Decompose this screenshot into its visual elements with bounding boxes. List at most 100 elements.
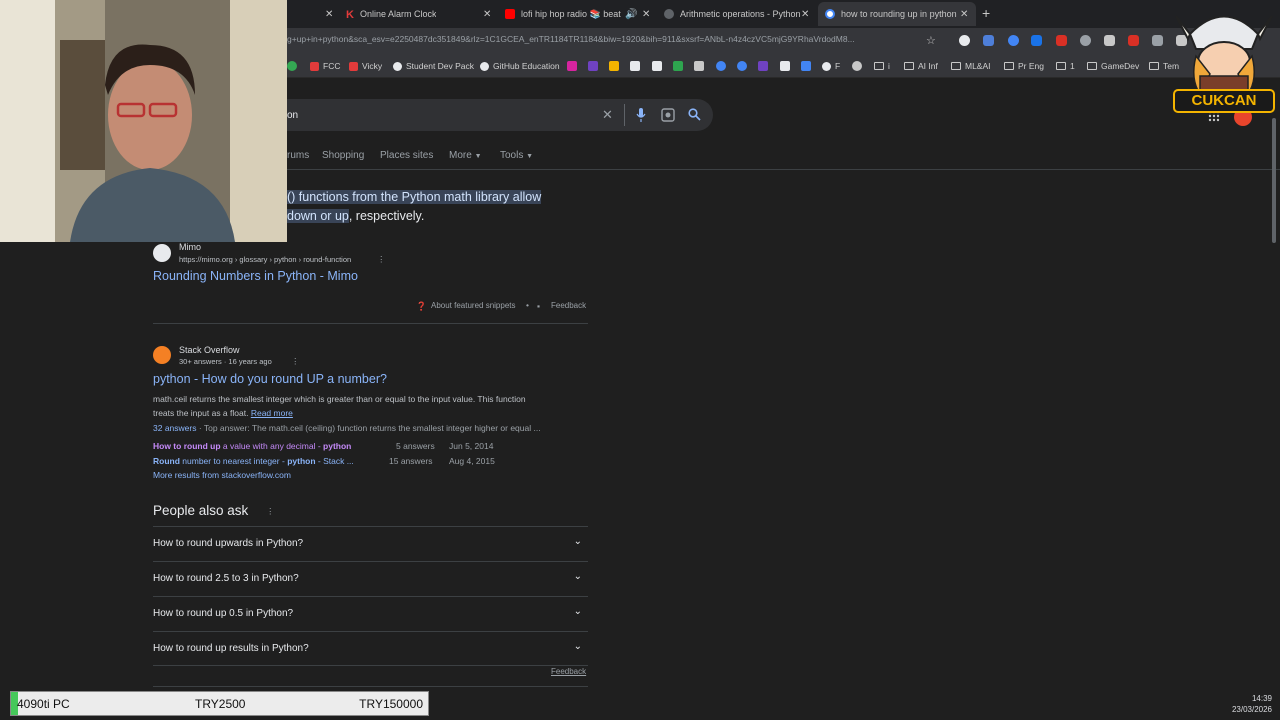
feedback-link[interactable]: Feedback	[551, 667, 586, 676]
scrollbar[interactable]	[1272, 118, 1276, 243]
snippet-text: , respectively.	[348, 209, 425, 223]
bookmark-f[interactable]: F	[822, 61, 840, 71]
more-results-link[interactable]: More results from stackoverflow.com	[153, 470, 291, 480]
extension-icon[interactable]	[1008, 35, 1019, 46]
bookmark-star-icon[interactable]: ☆	[926, 34, 936, 47]
extension-icon[interactable]	[1080, 35, 1091, 46]
bookmark-icon[interactable]	[852, 61, 862, 71]
close-icon[interactable]: ✕	[483, 9, 491, 20]
source-url[interactable]: https://mimo.org › glossary › python › r…	[179, 255, 351, 264]
bookmark-icon[interactable]	[716, 61, 726, 71]
tab-label: Online Alarm Clock	[359, 9, 437, 19]
featured-snippet-line-1: () functions from the Python math librar…	[287, 190, 542, 204]
about-featured-snippets-link[interactable]: About featured snippets	[431, 301, 516, 310]
feedback-link[interactable]: Feedback	[551, 301, 586, 310]
tab-tools[interactable]: Tools ▼	[500, 150, 533, 161]
bookmark-folder[interactable]: i	[874, 61, 890, 71]
bookmark-icon[interactable]	[780, 61, 790, 71]
fcc-icon	[310, 61, 319, 71]
bookmark-fcc[interactable]: FCC	[310, 61, 340, 71]
bookmark-student-dev-pack[interactable]: Student Dev Pack	[393, 61, 474, 71]
stackoverflow-icon	[153, 346, 171, 364]
dot-separator: •	[526, 300, 529, 310]
bookmark-label: FCC	[323, 61, 341, 71]
extension-icon[interactable]	[1128, 35, 1139, 46]
extension-icon[interactable]	[1152, 35, 1163, 46]
read-more-link[interactable]: Read more	[251, 408, 293, 418]
address-bar[interactable]: g+up+in+python&sca_esv=e2250487dc351849&…	[287, 34, 917, 44]
tab-alarm-clock[interactable]: K Online Alarm Clock ✕	[346, 2, 496, 26]
bookmark-folder[interactable]: GameDev	[1087, 61, 1139, 71]
sub-answers-count: 5 answers	[396, 441, 435, 451]
extension-icon[interactable]	[1056, 35, 1067, 46]
translate-icon[interactable]	[1031, 35, 1042, 46]
tab-label: Arithmetic operations - Python	[680, 9, 801, 19]
bookmark-folder[interactable]: AI Inf	[904, 61, 938, 71]
sub-result-link[interactable]: How to round up a value with any decimal…	[153, 441, 351, 451]
bookmark-icon[interactable]	[609, 61, 619, 71]
close-icon[interactable]: ✕	[960, 9, 968, 20]
divider	[287, 169, 1280, 170]
extension-icon[interactable]	[959, 35, 970, 46]
sub-link-bold: python	[287, 456, 316, 466]
more-vert-icon[interactable]: ⋮	[377, 254, 386, 265]
bookmark-icon[interactable]	[694, 61, 704, 71]
bookmark-icon[interactable]	[758, 61, 768, 71]
folder-icon	[1149, 62, 1159, 70]
shield-icon[interactable]	[1104, 35, 1115, 46]
bookmark-icon[interactable]	[801, 61, 811, 71]
tab-arithmetic[interactable]: Arithmetic operations - Python ✕	[664, 2, 814, 26]
result-title-link[interactable]: python - How do you round UP a number?	[153, 372, 387, 386]
chevron-down-icon: ⌄	[573, 536, 582, 547]
bookmark-folder[interactable]: 1	[1056, 61, 1075, 71]
tab-more[interactable]: More ▼	[449, 150, 482, 161]
bookmark-github-education[interactable]: GitHub Education	[480, 61, 560, 71]
github-icon	[480, 61, 489, 71]
extension-icon[interactable]	[983, 35, 994, 46]
bookmark-vicky[interactable]: Vicky	[349, 61, 382, 71]
help-icon: ❓	[416, 301, 427, 311]
more-vert-icon[interactable]: ⋮	[266, 506, 275, 517]
sub-result-link[interactable]: Round number to nearest integer - python…	[153, 456, 354, 466]
paa-question[interactable]: How to round up 0.5 in Python? ⌄	[153, 596, 588, 631]
clear-icon[interactable]: ✕	[602, 107, 613, 123]
tab-search-active[interactable]: how to rounding up in python ✕	[818, 2, 976, 26]
tab-lofi[interactable]: lofi hip hop radio 📚 beats 🔊 ✕	[505, 2, 655, 26]
tab-forums[interactable]: rums	[287, 150, 309, 161]
x-icon[interactable]	[652, 61, 662, 71]
top-answer-text: · Top answer: The math.ceil (ceiling) fu…	[196, 423, 541, 433]
bookmark-label: Student Dev Pack	[406, 61, 475, 71]
tab-shopping[interactable]: Shopping	[322, 150, 364, 161]
paa-question-text: How to round upwards in Python?	[153, 538, 304, 549]
new-tab-button[interactable]: +	[982, 5, 990, 21]
bookmark-folder[interactable]: Pr Eng	[1004, 61, 1044, 71]
sub-answers-count: 15 answers	[389, 456, 433, 466]
paa-question[interactable]: How to round 2.5 to 3 in Python? ⌄	[153, 561, 588, 596]
tab-0[interactable]: ✕	[287, 2, 337, 26]
mimo-favicon-icon	[153, 244, 171, 262]
close-icon[interactable]: ✕	[801, 9, 809, 20]
close-icon[interactable]: ✕	[642, 9, 650, 20]
search-input[interactable]: on	[287, 110, 298, 121]
speaker-icon[interactable]: 🔊	[625, 9, 637, 20]
paa-question[interactable]: How to round up results in Python? ⌄	[153, 631, 588, 666]
more-vert-icon[interactable]: ⋮	[291, 356, 300, 367]
bookmark-icon[interactable]	[630, 61, 640, 71]
tab-places-sites[interactable]: Places sites	[380, 150, 433, 161]
answers-line: 32 answers · Top answer: The math.ceil (…	[153, 423, 541, 433]
result-title-link[interactable]: Rounding Numbers in Python - Mimo	[153, 269, 358, 283]
camera-search-icon[interactable]	[661, 108, 675, 122]
paa-question[interactable]: How to round upwards in Python? ⌄	[153, 526, 588, 561]
bookmark-icon[interactable]	[737, 61, 747, 71]
bookmark-folder[interactable]: ML&AI	[951, 61, 991, 71]
bookmark-icon[interactable]	[588, 61, 598, 71]
microphone-icon[interactable]	[636, 108, 646, 122]
bookmark-icon[interactable]	[567, 61, 577, 71]
close-icon[interactable]: ✕	[325, 9, 333, 20]
answers-count-link[interactable]: 32 answers	[153, 423, 196, 433]
bookmark-icon[interactable]	[673, 61, 683, 71]
bookmark-label: F	[835, 61, 841, 71]
bookmark-icon[interactable]	[287, 61, 297, 71]
folder-icon	[951, 62, 961, 70]
search-icon[interactable]	[688, 108, 701, 121]
